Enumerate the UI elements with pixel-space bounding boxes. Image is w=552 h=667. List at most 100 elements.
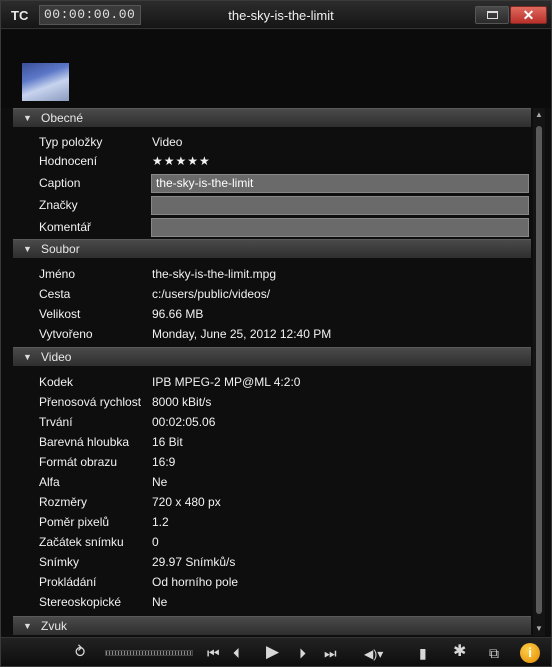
property-value: 00:02:05.06 [152, 415, 216, 429]
gear-icon[interactable]: ✱ [453, 644, 466, 660]
property-value: Video [152, 135, 183, 149]
section-general[interactable]: ▼ Obecné [13, 108, 531, 127]
property-key: Rozměry [39, 495, 88, 509]
property-key: Komentář [39, 220, 92, 234]
property-key: Stereoskopické [39, 595, 122, 609]
collapse-triangle-icon: ▼ [23, 621, 32, 631]
section-label: Zvuk [41, 619, 68, 633]
property-value: 8000 kBit/s [152, 395, 212, 409]
property-value: Ne [152, 595, 168, 609]
section-audio[interactable]: ▼ Zvuk [13, 616, 531, 635]
property-value: 1.2 [152, 515, 169, 529]
property-key: Formát obrazu [39, 455, 118, 469]
section-video[interactable]: ▼ Video [13, 347, 531, 366]
property-key: Přenosová rychlost [39, 395, 142, 409]
property-key: Alfa [39, 475, 60, 489]
property-row: Rozměry 720 x 480 px [13, 491, 531, 513]
property-key: Poměr pixelů [39, 515, 110, 529]
property-row: Prokládání Od horního pole [13, 571, 531, 593]
section-file[interactable]: ▼ Soubor [13, 239, 531, 258]
property-key: Caption [39, 176, 81, 190]
property-value: Monday, June 25, 2012 12:40 PM [152, 327, 332, 341]
property-key: Vytvořeno [39, 327, 93, 341]
property-key: Značky [39, 198, 78, 212]
scroll-up-icon[interactable]: ▲ [535, 110, 543, 119]
property-row: Přenosová rychlost 8000 kBit/s [13, 391, 531, 413]
property-row: Vytvořeno Monday, June 25, 2012 12:40 PM [13, 323, 531, 345]
property-key: Hodnocení [39, 154, 98, 168]
skip-to-end-icon[interactable]: ⏭ [324, 645, 337, 661]
jog-scrubber[interactable] [105, 650, 193, 656]
info-button[interactable]: i [520, 643, 540, 663]
property-key: Typ položky [39, 135, 103, 149]
collapse-triangle-icon: ▼ [23, 244, 32, 254]
property-value: 16:9 [152, 455, 176, 469]
property-value: Ne [152, 475, 168, 489]
property-key: Snímky [39, 555, 80, 569]
maximize-button[interactable] [475, 6, 509, 24]
property-row: Jméno the-sky-is-the-limit.mpg [13, 263, 531, 285]
property-value: 720 x 480 px [152, 495, 221, 509]
tags-field[interactable] [151, 196, 529, 215]
property-value: IPB MPEG-2 MP@ML 4:2:0 [152, 375, 301, 389]
scrollbar-thumb[interactable] [536, 126, 542, 614]
property-value: c:/users/public/videos/ [152, 287, 271, 301]
next-frame-icon[interactable]: ⏵ [299, 645, 306, 661]
section-label: Video [41, 350, 72, 364]
property-value: 96.66 MB [152, 307, 204, 321]
collapse-triangle-icon: ▼ [23, 352, 32, 362]
property-key: Prokládání [39, 575, 97, 589]
section-label: Soubor [41, 242, 80, 256]
rating-stars[interactable]: ★★★★★ [152, 154, 211, 168]
property-row: Cesta c:/users/public/videos/ [13, 283, 531, 305]
property-value: 0 [152, 535, 159, 549]
play-icon[interactable]: ▶ [266, 643, 279, 660]
property-key: Velikost [39, 307, 81, 321]
scroll-down-icon[interactable]: ▼ [535, 624, 543, 633]
properties-panel: ▼ Obecné Typ položky Video Hodnocení ★★★… [13, 108, 531, 636]
vertical-scrollbar[interactable]: ▲ ▼ [533, 108, 545, 636]
property-row: Snímky 29.97 Snímků/s [13, 551, 531, 573]
property-row: Poměr pixelů 1.2 [13, 511, 531, 533]
property-row: Značky [13, 194, 531, 216]
property-row: Trvání 00:02:05.06 [13, 411, 531, 433]
thumbnail-area [1, 30, 551, 108]
copy-icon[interactable]: ▮ [419, 645, 427, 661]
maximize-icon [487, 11, 498, 19]
comment-field[interactable] [151, 218, 529, 237]
close-button[interactable]: ✕ [510, 6, 547, 24]
property-key: Začátek snímku [39, 535, 124, 549]
timecode-label: TC [11, 8, 29, 23]
property-key: Jméno [39, 267, 76, 281]
loop-icon[interactable]: ⥁ [75, 645, 85, 661]
title-bar: TC 00:00:00.00 the-sky-is-the-limit ✕ [1, 1, 551, 29]
playback-toolbar: ⥁ ⏮ ⏴ ▶ ⏵ ⏭ ◀︎)▾ ▮ ✱ ⧉ i [1, 637, 551, 666]
property-row: Komentář [13, 216, 531, 238]
volume-icon[interactable]: ◀︎)▾ [364, 646, 383, 662]
skip-to-start-icon[interactable]: ⏮ [207, 645, 220, 661]
property-key: Cesta [39, 287, 71, 301]
previous-frame-icon[interactable]: ⏴ [233, 645, 240, 661]
property-row: Caption the-sky-is-the-limit [13, 172, 531, 194]
collapse-triangle-icon: ▼ [23, 113, 32, 123]
property-key: Barevná hloubka [39, 435, 130, 449]
section-label: Obecné [41, 111, 84, 125]
property-row: Formát obrazu 16:9 [13, 451, 531, 473]
timecode-display[interactable]: 00:00:00.00 [39, 5, 141, 25]
property-row: Stereoskopické Ne [13, 591, 531, 613]
property-key: Kodek [39, 375, 74, 389]
property-row: Velikost 96.66 MB [13, 303, 531, 325]
caption-field[interactable]: the-sky-is-the-limit [151, 174, 529, 193]
window-title: the-sky-is-the-limit [228, 8, 334, 23]
property-value: 16 Bit [152, 435, 183, 449]
metadata-window: TC 00:00:00.00 the-sky-is-the-limit ✕ ▼ … [0, 0, 552, 667]
external-view-icon[interactable]: ⧉ [489, 645, 499, 661]
property-row: Začátek snímku 0 [13, 531, 531, 553]
property-row: Barevná hloubka 16 Bit [13, 431, 531, 453]
property-row: Hodnocení ★★★★★ [13, 150, 531, 172]
video-thumbnail [22, 63, 69, 101]
property-value: the-sky-is-the-limit.mpg [152, 267, 277, 281]
property-row: Alfa Ne [13, 471, 531, 493]
property-value: 29.97 Snímků/s [152, 555, 236, 569]
property-row: Kodek IPB MPEG-2 MP@ML 4:2:0 [13, 371, 531, 393]
